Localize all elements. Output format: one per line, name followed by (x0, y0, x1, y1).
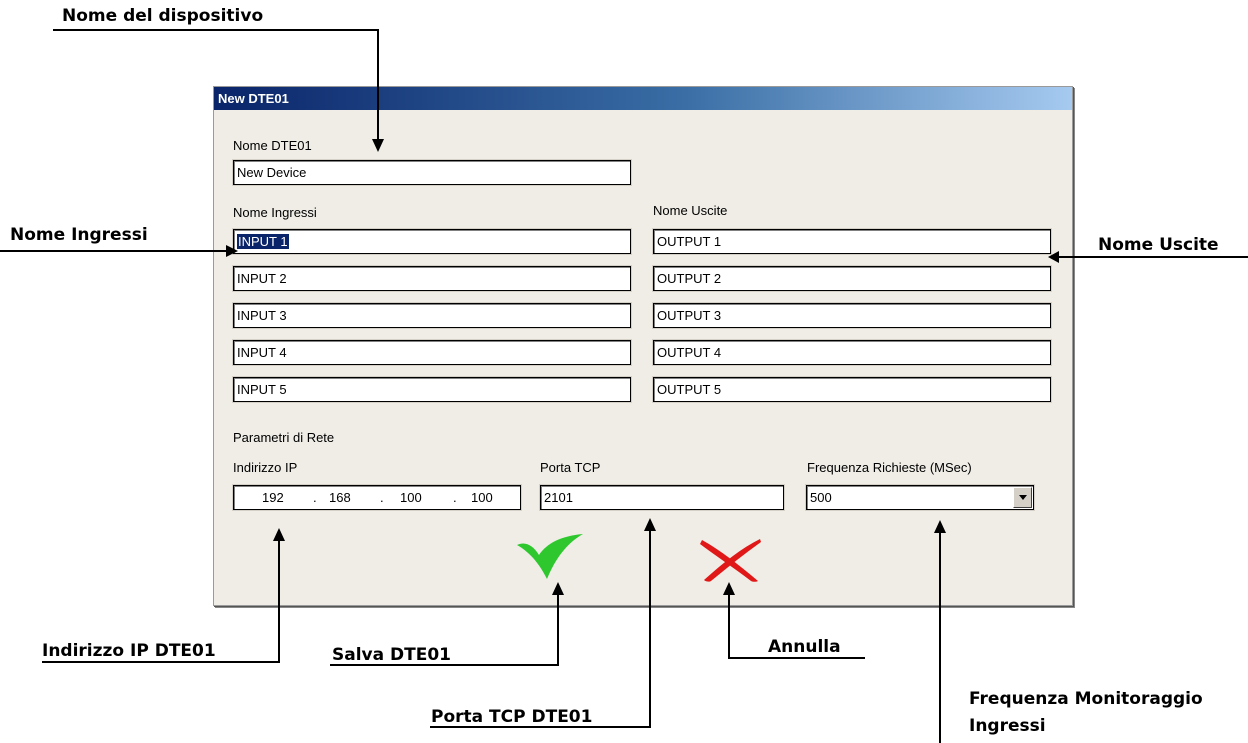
frequency-select[interactable]: 500 (806, 485, 1034, 510)
input-name-1-selected-text: INPUT 1 (237, 234, 289, 249)
input-name-field-4[interactable]: INPUT 4 (233, 340, 631, 365)
input-name-field-2[interactable]: INPUT 2 (233, 266, 631, 291)
chevron-down-icon[interactable] (1013, 487, 1032, 508)
device-name-field[interactable]: New Device (233, 160, 631, 185)
callout-inputs-name: Nome Ingressi (10, 225, 148, 245)
callout-device-name: Nome del dispositivo (62, 6, 264, 26)
outputs-label: Nome Uscite (653, 203, 728, 218)
frequency-value: 500 (810, 490, 832, 505)
callout-monitor-freq-line1: Frequenza Monitoraggio (969, 689, 1203, 709)
ip-dot-1: . (313, 490, 317, 505)
red-x-icon (700, 539, 761, 582)
dialog-title: New DTE01 (214, 87, 1072, 110)
callout-tcp-port: Porta TCP DTE01 (431, 707, 593, 727)
ip-octet-4: 100 (471, 490, 493, 505)
ip-octet-2: 168 (329, 490, 351, 505)
input-name-field-1[interactable]: INPUT 1 (233, 229, 631, 254)
ip-dot-2: . (380, 490, 384, 505)
callout-cancel: Annulla (768, 637, 841, 657)
input-name-field-5[interactable]: INPUT 5 (233, 377, 631, 402)
ip-address-field[interactable]: 192 . 168 . 100 . 100 (233, 485, 521, 510)
network-params-label: Parametri di Rete (233, 430, 335, 445)
output-name-field-3[interactable]: OUTPUT 3 (653, 303, 1051, 328)
save-button[interactable] (515, 533, 585, 581)
output-name-field-4[interactable]: OUTPUT 4 (653, 340, 1051, 365)
output-name-field-1[interactable]: OUTPUT 1 (653, 229, 1051, 254)
ip-octet-3: 100 (400, 490, 422, 505)
inputs-label: Nome Ingressi (233, 205, 317, 220)
tcp-port-field[interactable]: 2101 (540, 485, 784, 510)
output-name-field-5[interactable]: OUTPUT 5 (653, 377, 1051, 402)
cancel-button[interactable] (698, 538, 762, 583)
callout-monitor-freq-line2: Ingressi (969, 716, 1046, 736)
callout-ip-address: Indirizzo IP DTE01 (42, 641, 216, 661)
tcp-port-label: Porta TCP (540, 460, 601, 475)
device-name-label: Nome DTE01 (233, 138, 312, 153)
output-name-field-2[interactable]: OUTPUT 2 (653, 266, 1051, 291)
ip-octet-1: 192 (262, 490, 284, 505)
input-name-field-3[interactable]: INPUT 3 (233, 303, 631, 328)
dte01-dialog: New DTE01 Nome DTE01 New Device Nome Ing… (213, 86, 1073, 606)
callout-save: Salva DTE01 (332, 645, 451, 665)
ip-dot-3: . (453, 490, 457, 505)
frequency-label: Frequenza Richieste (MSec) (807, 460, 972, 475)
green-checkmark-icon (517, 534, 583, 579)
callout-outputs-name: Nome Uscite (1098, 235, 1219, 255)
ip-label: Indirizzo IP (233, 460, 298, 475)
